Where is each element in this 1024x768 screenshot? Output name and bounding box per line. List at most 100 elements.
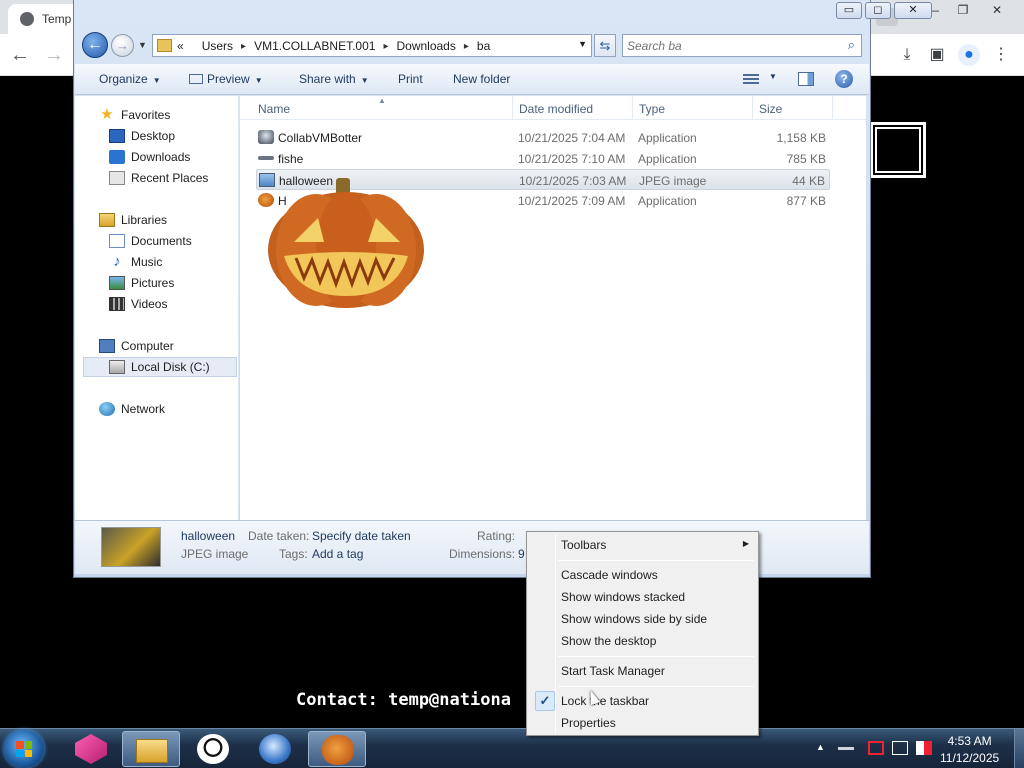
tags-value[interactable]: Add a tag [312,547,363,561]
file-date: 10/21/2025 7:10 AM [518,152,626,166]
taskbar-app-bot[interactable] [184,731,242,767]
date-taken-value[interactable]: Specify date taken [312,529,411,543]
column-header-date[interactable]: Date modified [519,102,593,116]
file-date: 10/21/2025 7:04 AM [518,131,626,145]
taskbar-app-pink-cube[interactable] [62,731,120,767]
chevron-right-icon[interactable]: ▸ [241,41,246,52]
volume-muted-icon[interactable] [916,741,932,755]
column-header-name[interactable]: Name [258,102,290,116]
action-center-icon[interactable] [868,741,884,755]
recent-pages-dropdown-icon[interactable]: ▼ [138,40,147,50]
forward-arrow-icon[interactable]: → [44,44,64,67]
menu-item-properties[interactable]: Properties [530,713,755,733]
menu-item-show-the-desktop[interactable]: Show the desktop [530,631,755,651]
forward-button[interactable]: → [111,34,134,57]
nav-item-libraries[interactable]: Libraries [99,210,167,230]
nav-item-music[interactable]: ♪ Music [109,252,162,272]
sidebar-icon[interactable]: ▣ [926,44,948,66]
nav-item-downloads[interactable]: Downloads [109,147,190,167]
preview-button[interactable]: Preview ▼ [189,72,263,86]
chevron-right-icon[interactable]: ▸ [383,41,388,52]
breadcrumb-downloads[interactable]: Downloads [396,39,455,53]
contact-text: Contact: temp@nationa [296,690,511,710]
menu-separator [558,656,754,657]
column-header-type[interactable]: Type [639,102,665,116]
browser-close-button[interactable]: ✕ [982,2,1012,18]
breadcrumb: « Users ▸ VM1.COLLABNET.001 ▸ Downloads … [177,39,490,53]
menu-item-cascade-windows[interactable]: Cascade windows [530,565,755,585]
print-button[interactable]: Print [398,72,423,86]
disk-icon [109,360,125,374]
address-dropdown-icon[interactable]: ▼ [578,39,587,49]
views-icon[interactable] [743,72,759,86]
nav-item-videos[interactable]: Videos [109,294,167,314]
menu-item-lock-the-taskbar[interactable]: ✓ Lock the taskbar [530,691,755,711]
preview-pane-icon[interactable] [798,72,814,86]
network-tray-icon[interactable] [892,741,908,755]
menu-separator [558,560,754,561]
browser-maximize-button[interactable]: ❐ [948,2,978,18]
search-box[interactable]: ⌕ [622,34,862,57]
taskbar-app-pumpkin[interactable] [308,731,366,767]
chevron-right-icon[interactable]: ▸ [464,41,469,52]
maximize-button[interactable]: ◻ [865,2,891,19]
taskbar-app-explorer[interactable] [122,731,180,767]
nav-item-computer[interactable]: Computer [99,336,174,356]
refresh-button[interactable]: ⇆ [594,34,616,57]
menu-item-toolbars[interactable]: Toolbars ▶ [530,535,755,555]
back-arrow-icon[interactable]: ← [10,44,30,67]
file-type: JPEG image [639,174,707,188]
breadcrumb-ba[interactable]: ba [477,39,490,53]
organize-button[interactable]: Organize ▼ [99,72,161,86]
file-row[interactable]: CollabVMBotter 10/21/2025 7:04 AM Applic… [256,127,830,148]
desktop-outline-shape [870,122,926,178]
breadcrumb-users[interactable]: Users [202,39,233,53]
nav-item-favorites[interactable]: ★ Favorites [99,105,170,125]
system-clock[interactable]: 4:53 AM 11/12/2025 [940,733,999,767]
menu-item-show-windows-side-by-side[interactable]: Show windows side by side [530,609,755,629]
nav-item-network[interactable]: Network [99,399,165,419]
column-divider[interactable] [832,96,833,120]
profile-icon[interactable]: ● [958,44,980,66]
start-button[interactable] [4,730,44,768]
computer-icon [99,339,115,353]
show-hidden-icons-button[interactable]: ▲ [816,742,825,752]
chevron-down-icon: ▼ [152,76,161,85]
downloads-icon [109,150,125,164]
desktop-icon [109,129,125,143]
chevron-down-icon[interactable]: ▼ [769,72,777,81]
file-type: Application [638,194,697,208]
nav-item-recent-places[interactable]: Recent Places [109,168,208,188]
nav-item-pictures[interactable]: Pictures [109,273,174,293]
download-icon[interactable]: ⤓ [896,44,918,66]
preview-icon [189,74,203,84]
menu-item-start-task-manager[interactable]: Start Task Manager [530,661,755,681]
address-bar[interactable]: « Users ▸ VM1.COLLABNET.001 ▸ Downloads … [152,34,592,57]
close-button[interactable]: ✕ [894,2,932,19]
new-folder-button[interactable]: New folder [453,72,510,86]
column-header-size[interactable]: Size [759,102,782,116]
star-icon: ★ [100,106,114,123]
column-divider[interactable] [752,96,753,120]
nav-item-desktop[interactable]: Desktop [109,126,175,146]
more-icon[interactable]: ⋮ [990,44,1012,66]
column-divider[interactable] [632,96,633,120]
breadcrumb-user-folder[interactable]: VM1.COLLABNET.001 [254,39,375,53]
menu-item-show-windows-stacked[interactable]: Show windows stacked [530,587,755,607]
help-icon[interactable]: ? [835,70,853,88]
search-input[interactable] [627,37,837,54]
tray-bar-icon[interactable] [838,747,854,750]
taskbar-app-media[interactable] [246,731,304,767]
back-button[interactable]: ← [82,32,108,58]
search-icon[interactable]: ⌕ [848,37,855,53]
folder-icon [157,39,172,52]
nav-item-documents[interactable]: Documents [109,231,192,251]
windows-logo-icon [16,741,32,757]
show-desktop-button[interactable] [1014,729,1024,768]
column-divider[interactable] [512,96,513,120]
minimize-button[interactable]: ▭ [836,2,862,19]
file-row[interactable]: fishe 10/21/2025 7:10 AM Application 785… [256,148,830,169]
share-with-button[interactable]: Share with ▼ [299,72,369,86]
nav-item-local-disk[interactable]: Local Disk (C:) [83,357,237,377]
breadcrumb-overflow[interactable]: « [177,39,184,53]
